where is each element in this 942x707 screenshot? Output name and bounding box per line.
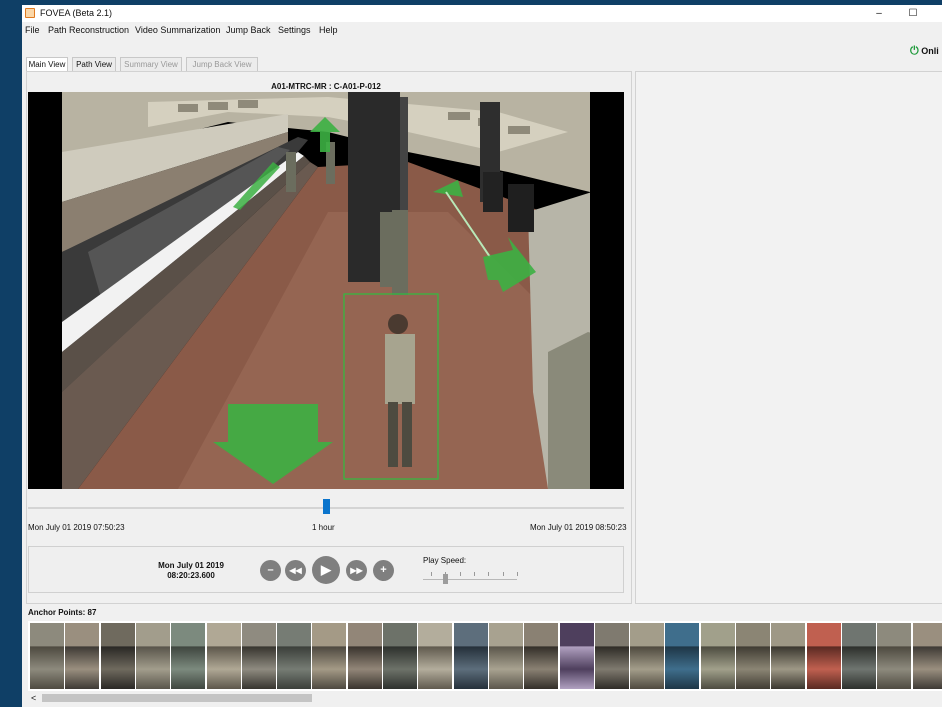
anchor-thumbnail[interactable] (806, 623, 841, 689)
anchor-thumbnail[interactable] (453, 623, 488, 689)
timeline-start-label: Mon July 01 2019 07:50:23 (28, 523, 125, 532)
anchor-thumbnail[interactable] (524, 623, 559, 689)
scroll-left-arrow-icon[interactable]: < (31, 692, 36, 704)
window-title: FOVEA (Beta 2.1) (40, 8, 113, 18)
online-status: ⏻ Onli (910, 45, 939, 58)
anchor-thumbnail[interactable] (312, 623, 347, 689)
online-label: Onli (921, 46, 939, 56)
anchor-thumbnail[interactable] (736, 623, 770, 689)
anchor-thumbnail[interactable] (630, 623, 665, 689)
menu-help[interactable]: Help (319, 25, 338, 35)
anchor-thumbnail[interactable] (171, 623, 206, 689)
anchor-thumbnail[interactable] (594, 623, 629, 689)
anchor-thumbnail[interactable] (135, 623, 170, 689)
anchor-thumbnail[interactable] (665, 623, 700, 689)
menu-settings[interactable]: Settings (278, 25, 311, 35)
surveillance-frame-image (28, 92, 624, 489)
timeline-span-label: 1 hour (312, 523, 335, 532)
menu-path-reconstruction[interactable]: Path Reconstruction (48, 25, 129, 35)
anchor-thumbnail[interactable] (241, 623, 276, 689)
play-speed-tick (459, 572, 461, 576)
app-window: FOVEA (Beta 2.1) – ☐ File Path Reconstru… (22, 5, 942, 707)
play-speed-label: Play Speed: (423, 556, 467, 565)
anchor-thumbnail[interactable] (559, 623, 594, 689)
playback-controls: Mon July 01 2019 08:20:23.600 – ◀◀ ▶ ▶▶ … (28, 546, 624, 593)
current-datetime: Mon July 01 2019 08:20:23.600 (147, 561, 235, 581)
anchor-thumbnail[interactable] (841, 623, 876, 689)
power-icon: ⏻ (910, 45, 919, 57)
anchor-thumbnail[interactable] (771, 623, 806, 689)
anchor-thumbnail[interactable] (277, 623, 312, 689)
play-speed-tick (502, 572, 504, 576)
menu-jump-back[interactable]: Jump Back (226, 25, 271, 35)
play-speed-tick (431, 572, 432, 576)
tab-main-view[interactable]: Main View (26, 57, 68, 71)
anchor-thumbnail[interactable] (347, 623, 382, 689)
anchor-thumbnail[interactable] (418, 623, 453, 689)
current-time: 08:20:23.600 (167, 571, 215, 580)
menu-file[interactable]: File (25, 25, 40, 35)
current-date: Mon July 01 2019 (158, 561, 224, 570)
anchor-thumbnail[interactable] (383, 623, 417, 689)
timeline-end-label: Mon July 01 2019 08:50:23 (530, 523, 627, 532)
anchor-thumbnail[interactable] (100, 623, 135, 689)
anchor-thumbnail[interactable] (206, 623, 241, 689)
anchor-thumbnail[interactable] (700, 623, 735, 689)
play-speed-tick (474, 572, 475, 576)
fast-forward-button[interactable]: ▶▶ (346, 560, 367, 581)
anchor-thumbnail-strip[interactable] (28, 621, 942, 691)
thumbnail-scrollbar[interactable]: < (28, 692, 942, 704)
anchor-thumbnail[interactable] (65, 623, 100, 689)
zoom-out-button[interactable]: – (260, 560, 281, 581)
rewind-button[interactable]: ◀◀ (285, 560, 306, 581)
anchor-thumbnail[interactable] (30, 623, 64, 689)
anchor-thumbnail[interactable] (912, 623, 942, 689)
play-speed-tick (517, 572, 518, 576)
play-button[interactable]: ▶ (312, 556, 340, 584)
tab-path-view[interactable]: Path View (72, 57, 116, 71)
menu-video-summarization[interactable]: Video Summarization (135, 25, 220, 35)
maximize-button[interactable]: ☐ (898, 5, 928, 22)
play-speed-track[interactable] (423, 579, 517, 580)
side-panel (635, 71, 942, 604)
play-speed-tick (488, 572, 490, 576)
tab-summary-view[interactable]: Summary View (120, 57, 182, 71)
timeline-handle[interactable] (323, 499, 330, 514)
anchor-points-label: Anchor Points: 87 (28, 608, 97, 617)
tab-jump-back-view[interactable]: Jump Back View (186, 57, 258, 71)
scrollbar-thumb[interactable] (42, 694, 312, 702)
zoom-in-button[interactable]: + (373, 560, 394, 581)
minimize-button[interactable]: – (864, 5, 894, 22)
camera-id-label: A01-MTRC-MR : C-A01-P-012 (271, 82, 381, 91)
video-frame[interactable] (28, 92, 624, 489)
play-speed-handle[interactable] (443, 574, 449, 584)
anchor-thumbnail[interactable] (488, 623, 523, 689)
anchor-thumbnail[interactable] (877, 623, 912, 689)
title-bar: FOVEA (Beta 2.1) – ☐ (22, 5, 942, 22)
fovea-logo-icon (25, 8, 35, 18)
